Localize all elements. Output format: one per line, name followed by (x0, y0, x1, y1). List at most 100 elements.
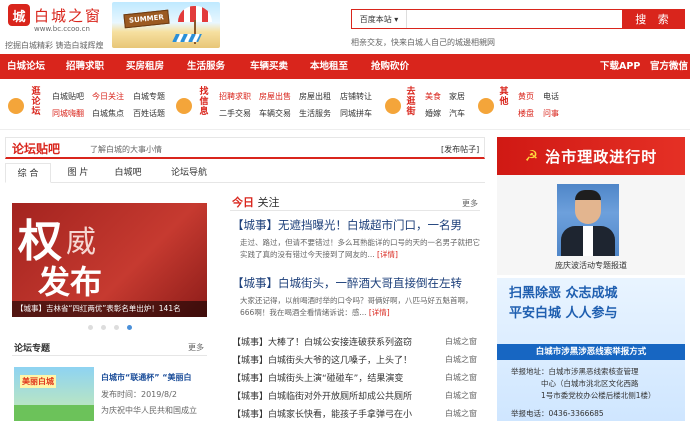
summer-sign: SUMMER (123, 9, 170, 29)
thumbnail-text: 美丽白城 (20, 375, 56, 388)
news-item[interactable]: 【城事】白城临街对外开放厕所却成公共厕所 (232, 389, 432, 402)
cat-link[interactable]: 美食 (425, 91, 441, 102)
cat-link[interactable]: 白城专题 (133, 91, 165, 102)
shopping-category-icon (385, 98, 401, 114)
banner-line: 扫黑除恶 众志成城 (509, 286, 618, 301)
search-hint-link[interactable]: 相亲交友，快来白城人自己的城邊相親网 (351, 37, 495, 48)
divider (230, 210, 480, 211)
search-scope-select[interactable]: 百度本站 ▾ (352, 10, 407, 28)
nav-item-forum[interactable]: 白城论坛 (7, 54, 45, 79)
divider (12, 355, 207, 356)
carousel-image[interactable]: 权 威 发布 (12, 203, 207, 317)
info-category-icon (176, 98, 192, 114)
topic-description: 为庆祝中华人民共和国成立 (101, 406, 197, 415)
topic-title-link[interactable]: 白城市“联通杯” “美丽白 (101, 372, 192, 383)
cat-link[interactable]: 同城拼车 (340, 108, 372, 119)
news-more-link[interactable]: 更多 (462, 198, 478, 209)
cat-link[interactable]: 白城贴吧 (52, 91, 84, 102)
portrait-caption-link[interactable]: 庞庆波活动专题报道 (497, 260, 685, 271)
portrait-shirt (583, 226, 593, 256)
headline-link[interactable]: 【城事】白城街头，一醉酒大哥直接倒在左转 (232, 275, 462, 291)
cat-link[interactable]: 车辆交易 (259, 108, 291, 119)
news-item[interactable]: 【城事】白城街头上演“碰碰车”，结果演变 (232, 371, 432, 384)
forum-category-icon (8, 98, 24, 114)
cat-link[interactable]: 白城焦点 (92, 108, 124, 119)
news-source: 白城之窗 (445, 337, 477, 346)
wechat-link[interactable]: 官方微信 (650, 54, 688, 79)
official-portrait[interactable] (557, 184, 619, 256)
cat-link[interactable]: 二手交易 (219, 108, 251, 119)
cat-link[interactable]: 楼盘 (518, 108, 534, 119)
download-app-link[interactable]: 下载APP (600, 54, 640, 79)
cat-link[interactable]: 招聘求职 (219, 91, 251, 102)
site-url: www.bc.ccoo.cn (34, 25, 90, 33)
cat-link[interactable]: 今日关注 (92, 91, 124, 102)
tab-pictures[interactable]: 图 片 (55, 163, 101, 183)
today-focus-title: 今日 关注 (232, 194, 280, 210)
cat-link[interactable]: 黄页 (518, 91, 534, 102)
topic-thumbnail[interactable]: 美丽白城 (14, 367, 94, 421)
carousel-dot[interactable] (101, 325, 106, 330)
cat-link[interactable]: 房屋出租 (299, 91, 331, 102)
nav-item-services[interactable]: 生活服务 (187, 54, 225, 79)
category-title-forum: 逛论坛 (31, 87, 41, 117)
news-item[interactable]: 【城事】大棒了！白城公安接连破获系列盗窃 (232, 335, 432, 348)
governance-banner[interactable]: ☭ 治市理政进行时 (497, 137, 685, 175)
other-category-icon (478, 98, 494, 114)
cat-link[interactable]: 家居 (449, 91, 465, 102)
summer-banner[interactable]: SUMMER (112, 2, 220, 48)
anti-crime-banner[interactable]: 扫黑除恶 众志成城 平安白城 人人参与 白城市涉黑涉恶线索举报方式 举报地址：白… (497, 278, 685, 421)
nav-item-vehicles[interactable]: 车辆买卖 (250, 54, 288, 79)
nav-item-local[interactable]: 本地租至 (310, 54, 348, 79)
nav-item-deals[interactable]: 抢购砍价 (371, 54, 409, 79)
summary-text: 走过、路过，但请不要错过！多么耳熟能详的口号的天的一名男子就把它实践了真的没有错… (240, 238, 480, 259)
nav-item-housing[interactable]: 买房租房 (126, 54, 164, 79)
cat-link[interactable]: 房屋出售 (259, 91, 291, 102)
carousel-dot[interactable] (114, 325, 119, 330)
topics-more-link[interactable]: 更多 (188, 342, 204, 353)
logo-icon[interactable]: 城 (8, 4, 30, 26)
post-topic-button[interactable]: [发布帖子] (441, 144, 479, 155)
carousel-dot-active[interactable] (127, 325, 132, 330)
headline-summary: 走过、路过，但请不要错过！多么耳熟能详的口号的天的一名男子就把它实践了真的没有错… (240, 237, 482, 261)
search-input[interactable] (407, 10, 622, 28)
cat-link[interactable]: 问事 (543, 108, 559, 119)
tab-general[interactable]: 综 合 (5, 163, 51, 183)
cat-link[interactable]: 同城嗨翻 (52, 108, 84, 119)
slide-text: 发布 (38, 263, 103, 301)
site-slogan: 挖掘白城精彩 铸造白城辉煌 (5, 41, 104, 50)
cat-link[interactable]: 汽车 (449, 108, 465, 119)
headline-link[interactable]: 【城事】无遮挡曝光！白城超市门口，一名男 (232, 217, 462, 233)
details-link[interactable]: [详情] (369, 308, 390, 317)
category-title-other: 其他 (499, 87, 509, 107)
report-info: 中心（白城市洮北区文化西路 (541, 379, 639, 388)
news-source: 白城之窗 (445, 409, 477, 418)
tab-baicheng-bar[interactable]: 白城吧 (105, 163, 151, 183)
news-source: 白城之窗 (445, 373, 477, 382)
topics-title: 论坛专题 (14, 344, 51, 354)
search-button[interactable]: 搜 索 (623, 9, 685, 29)
cat-link[interactable]: 生活服务 (299, 108, 331, 119)
portrait-hair (575, 190, 601, 200)
search-box: 百度本站 ▾ (351, 9, 623, 29)
forum-title[interactable]: 论坛贴吧 (12, 140, 60, 157)
news-item[interactable]: 【城事】白城家长快看，能孩子手拿弹弓在小 (232, 407, 432, 420)
cat-link[interactable]: 百姓话题 (133, 108, 165, 119)
news-item[interactable]: 【城事】白城街头大爷的这几嗓子，上头了！ (232, 353, 432, 366)
carousel-dot[interactable] (88, 325, 93, 330)
forum-header (5, 137, 485, 159)
report-methods-bar: 白城市涉黑涉恶线索举报方式 (497, 344, 685, 360)
site-logo-name[interactable]: 白城之窗 (34, 5, 102, 26)
report-info: 1号市委党校办公楼后楼北侧1楼） (541, 391, 656, 400)
topic-date: 发布时间：2019/8/2 (101, 390, 177, 399)
carousel-caption[interactable]: 【城事】吉林省“四红两优”表彰名单出炉！141名 (12, 301, 207, 317)
news-source: 白城之窗 (445, 355, 477, 364)
cat-link[interactable]: 电话 (543, 91, 559, 102)
main-nav: 白城论坛 招聘求职 买房租房 生活服务 车辆买卖 本地租至 抢购砍价 下载APP… (0, 54, 690, 79)
tab-forum-nav[interactable]: 论坛导航 (162, 163, 216, 183)
cat-link[interactable]: 店铺转让 (340, 91, 372, 102)
cat-link[interactable]: 婚嫁 (425, 108, 441, 119)
details-link[interactable]: [详情] (377, 250, 398, 259)
nav-item-jobs[interactable]: 招聘求职 (66, 54, 104, 79)
category-bar: 逛论坛 白城贴吧 今日关注 白城专题 同城嗨翻 白城焦点 百姓话题 找信息 招聘… (0, 82, 690, 130)
